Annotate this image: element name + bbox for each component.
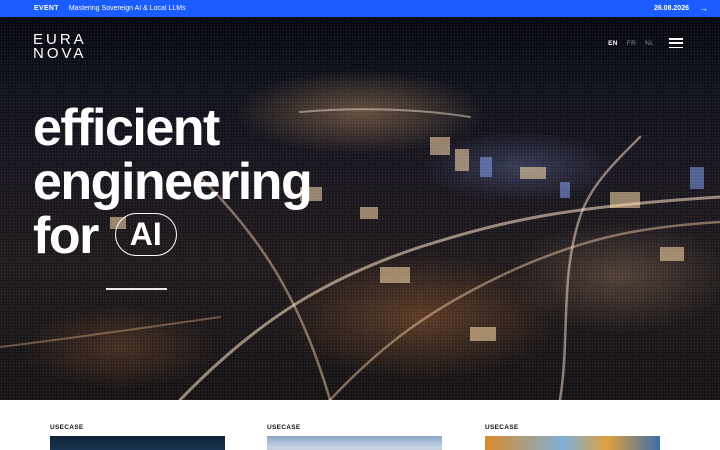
usecase-label: USECASE	[50, 424, 84, 431]
headline-line-3: for AI	[33, 209, 311, 263]
event-title[interactable]: Mastering Sovereign AI & Local LLMs	[69, 5, 654, 12]
arrow-right-icon[interactable]: →	[699, 4, 708, 13]
hamburger-menu-icon[interactable]	[669, 38, 683, 48]
hero-headline: efficient engineering for AI	[33, 99, 313, 263]
usecase-image[interactable]	[267, 436, 442, 450]
headline-for: for	[33, 207, 99, 265]
lang-fr[interactable]: FR	[627, 40, 636, 47]
euranova-logo[interactable]: EURA NOVA	[33, 32, 87, 62]
hero-section: EURA NOVA EN FR NL efficient engineering…	[0, 17, 720, 400]
usecase-label: USECASE	[485, 424, 519, 431]
event-tag: EVENT	[34, 5, 59, 12]
headline-line-2: engineering	[33, 153, 313, 211]
event-date: 26.08.2026	[653, 5, 689, 12]
lang-en[interactable]: EN	[608, 40, 618, 47]
event-banner[interactable]: EVENT Mastering Sovereign AI & Local LLM…	[0, 0, 720, 17]
usecase-card[interactable]: USECASE	[485, 424, 660, 450]
lang-nl[interactable]: NL	[645, 40, 654, 47]
usecase-card[interactable]: USECASE	[50, 424, 225, 450]
ai-pill: AI	[114, 213, 177, 256]
usecase-label: USECASE	[267, 424, 301, 431]
hero-divider	[106, 288, 167, 290]
headline-line-1: efficient	[33, 99, 220, 157]
usecase-strip: USECASE USECASE USECASE	[0, 400, 720, 450]
usecase-image[interactable]	[50, 436, 225, 450]
usecase-card[interactable]: USECASE	[267, 424, 442, 450]
language-switcher: EN FR NL	[608, 40, 654, 47]
usecase-image[interactable]	[485, 436, 660, 450]
logo-line-bottom: NOVA	[33, 45, 87, 62]
